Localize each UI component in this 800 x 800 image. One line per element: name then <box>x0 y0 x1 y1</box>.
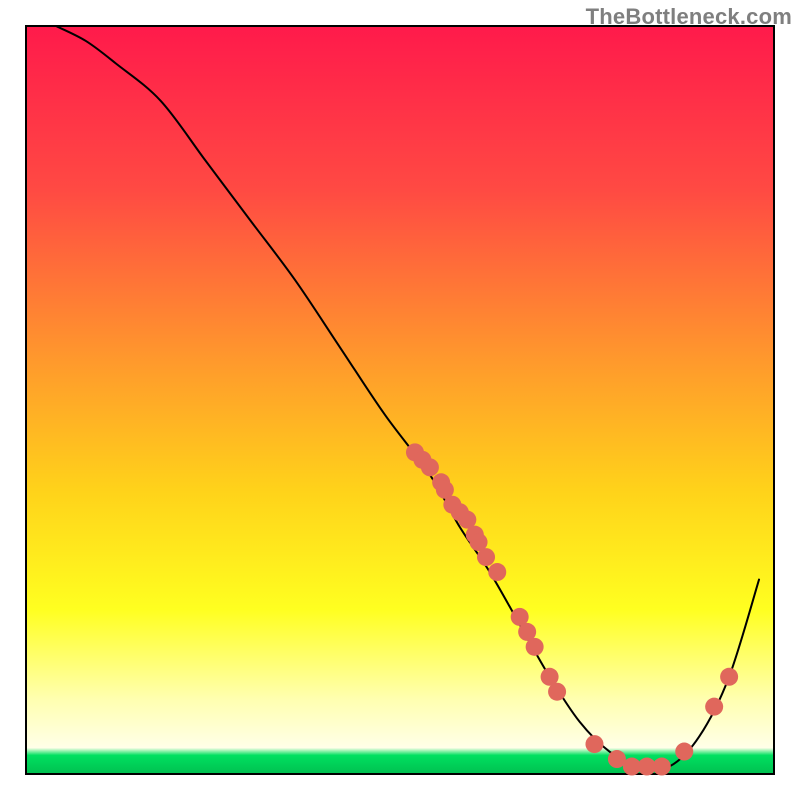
data-point <box>653 758 671 776</box>
data-point <box>675 743 693 761</box>
data-point <box>705 698 723 716</box>
plot-background <box>26 26 774 774</box>
data-point <box>720 668 738 686</box>
chart-frame: TheBottleneck.com <box>0 0 800 800</box>
data-point <box>488 563 506 581</box>
bottleneck-chart <box>0 0 800 800</box>
data-point <box>421 458 439 476</box>
data-point <box>585 735 603 753</box>
data-point <box>548 683 566 701</box>
data-point <box>526 638 544 656</box>
data-point <box>477 548 495 566</box>
